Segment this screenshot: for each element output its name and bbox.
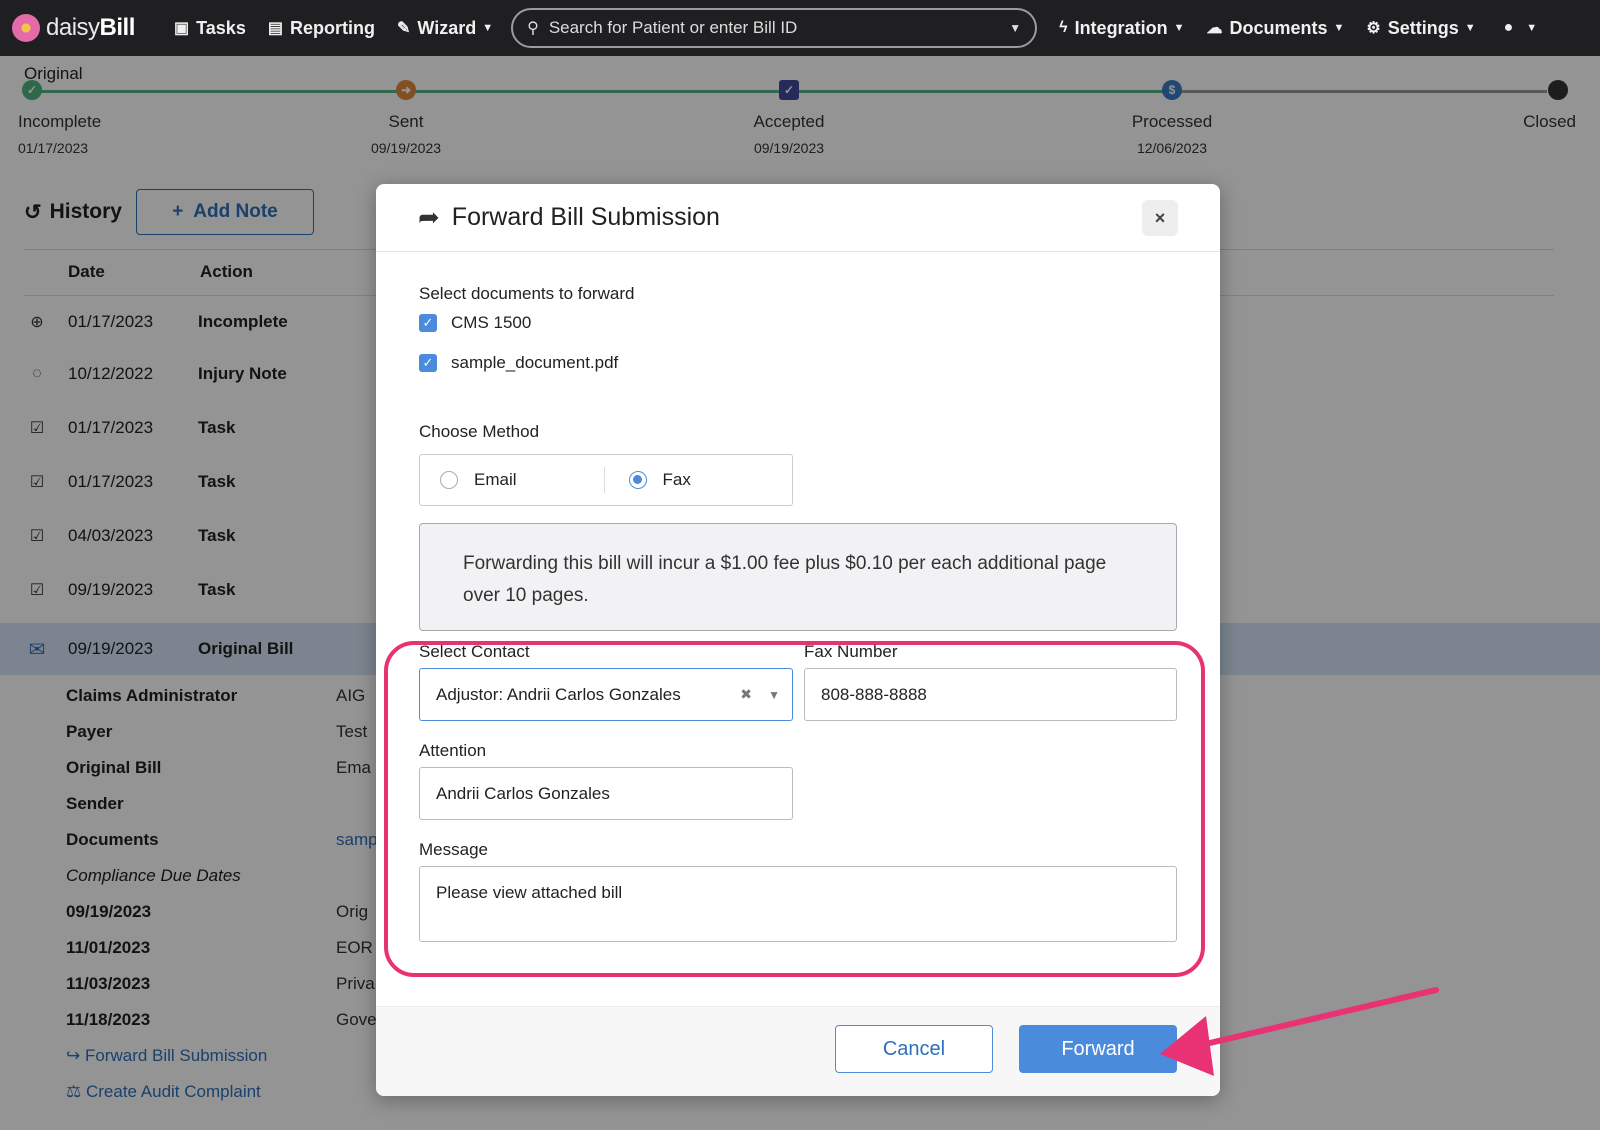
documents-label: Select documents to forward <box>419 284 635 303</box>
message-label: Message <box>419 840 488 859</box>
chevron-down-icon[interactable]: ▼ <box>1009 21 1021 35</box>
chevron-down-icon: ▼ <box>1173 22 1185 34</box>
checkbox-checked-icon[interactable]: ✓ <box>419 354 437 372</box>
top-nav: daisyBill ▣ Tasks ▤ Reporting ✎ Wizard ▼ ⚲ S… <box>0 0 1600 56</box>
magic-wand-icon: ✎ <box>396 20 411 37</box>
cloud-icon: ☁ <box>1206 20 1223 37</box>
nav-settings[interactable]: ⚙ Settings ▼ <box>1366 18 1475 39</box>
share-arrow-icon: ➦ <box>418 202 440 232</box>
chevron-down-icon: ▼ <box>1526 22 1538 34</box>
nav-reporting[interactable]: ▤ Reporting <box>268 18 375 39</box>
nav-tasks[interactable]: ▣ Tasks <box>174 18 246 39</box>
modal-header: ➦ Forward Bill Submission × <box>376 184 1220 252</box>
contact-select[interactable]: Adjustor: Andrii Carlos Gonzales ✖ ▼ <box>419 668 793 721</box>
search-icon: ⚲ <box>527 20 539 37</box>
brand-suffix: Bill <box>99 14 136 41</box>
modal-footer: Cancel Forward <box>376 1006 1220 1096</box>
document-checkbox-cms1500[interactable]: ✓ CMS 1500 <box>419 313 531 333</box>
fax-number-input[interactable]: 808-888-8888 <box>804 668 1177 721</box>
search-input[interactable]: ⚲ Search for Patient or enter Bill ID ▼ <box>511 8 1038 48</box>
bar-chart-icon: ▤ <box>267 20 283 37</box>
brand-prefix: daisy <box>46 14 100 41</box>
brand-logo[interactable]: daisyBill <box>12 14 152 42</box>
close-button[interactable]: × <box>1142 200 1178 236</box>
fax-label: Fax Number <box>804 642 898 661</box>
pointer-arrow-annotation <box>1160 987 1439 1076</box>
forward-bill-modal: ➦ Forward Bill Submission × Select docum… <box>376 184 1220 1096</box>
daisy-logo-icon <box>12 14 40 42</box>
method-label: Choose Method <box>419 422 540 441</box>
user-menu[interactable]: ● ▼ <box>1504 19 1538 37</box>
method-option-email[interactable]: Email <box>420 455 604 505</box>
lightning-icon: ϟ <box>1059 19 1068 36</box>
gear-icon: ⚙ <box>1366 20 1381 37</box>
contact-label: Select Contact <box>419 642 530 661</box>
modal-title: Forward Bill Submission <box>451 203 720 231</box>
radio-icon[interactable] <box>440 471 458 489</box>
attention-input[interactable]: Andrii Carlos Gonzales <box>419 767 793 820</box>
clear-icon[interactable]: ✖ <box>740 686 752 703</box>
document-checkbox-sample[interactable]: ✓ sample_document.pdf <box>419 353 618 373</box>
radio-selected-icon[interactable] <box>628 471 647 489</box>
nav-documents[interactable]: ☁ Documents ▼ <box>1206 18 1344 39</box>
user-circle-icon: ● <box>1503 19 1514 36</box>
checkbox-checked-icon[interactable]: ✓ <box>419 314 437 332</box>
cancel-button[interactable]: Cancel <box>835 1025 993 1073</box>
message-textarea[interactable]: Please view attached bill <box>419 866 1177 942</box>
nav-integration[interactable]: ϟ Integration ▼ <box>1059 18 1184 39</box>
method-selector: Email Fax <box>419 454 793 506</box>
chevron-down-icon: ▼ <box>1333 22 1345 34</box>
chevron-down-icon[interactable]: ▼ <box>768 688 780 702</box>
fee-notice: Forwarding this bill will incur a $1.00 … <box>419 523 1177 631</box>
method-option-fax[interactable]: Fax <box>603 467 793 493</box>
chevron-down-icon: ▼ <box>482 22 494 34</box>
clipboard-icon: ▣ <box>174 20 190 37</box>
nav-wizard[interactable]: ✎ Wizard ▼ <box>397 18 493 39</box>
chevron-down-icon: ▼ <box>1464 22 1476 34</box>
attention-label: Attention <box>419 741 487 760</box>
